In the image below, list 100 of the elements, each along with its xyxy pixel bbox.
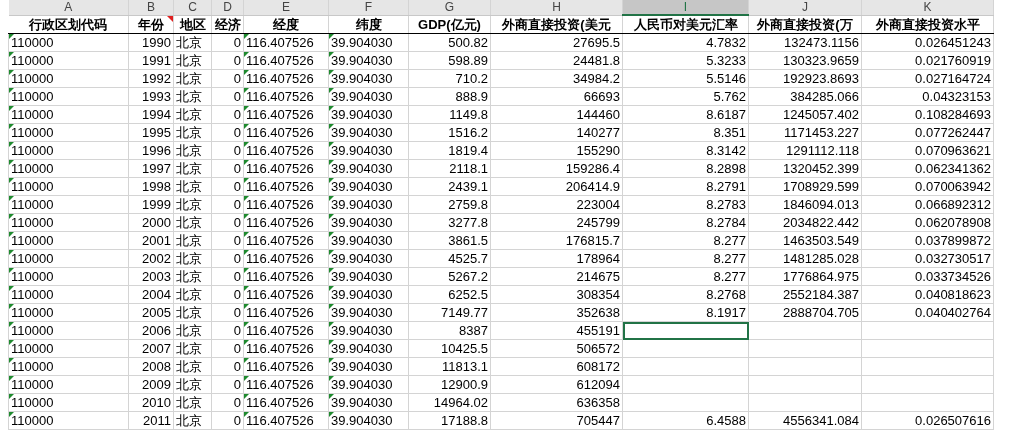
table-cell: 110000 bbox=[8, 177, 129, 196]
table-cell: 24481.8 bbox=[490, 51, 623, 70]
table-cell: 11813.1 bbox=[408, 357, 491, 376]
number-as-text-icon bbox=[9, 358, 14, 363]
table-cell: 北京 bbox=[173, 141, 212, 160]
number-as-text-icon bbox=[9, 160, 14, 165]
table-cell: 8.277 bbox=[622, 267, 749, 286]
table-cell: 5.762 bbox=[622, 87, 749, 106]
table-cell: 1990 bbox=[128, 33, 174, 52]
column-header[interactable]: C bbox=[173, 0, 212, 15]
table-cell: 0 bbox=[211, 69, 244, 88]
table-cell: 39.904030 bbox=[328, 411, 409, 430]
table-cell: 0.033734526 bbox=[861, 267, 994, 286]
number-as-text-icon bbox=[9, 286, 14, 291]
table-cell: 144460 bbox=[490, 105, 623, 124]
table-cell: 2118.1 bbox=[408, 159, 491, 178]
table-cell: 110000 bbox=[8, 33, 129, 52]
table-cell: 2001 bbox=[128, 231, 174, 250]
table-cell: 116.407526 bbox=[243, 303, 329, 322]
column-header[interactable]: B bbox=[128, 0, 174, 15]
table-cell: 2008 bbox=[128, 357, 174, 376]
header-cell: 纬度 bbox=[328, 15, 409, 34]
table-cell: 116.407526 bbox=[243, 357, 329, 376]
table-cell: 0 bbox=[211, 195, 244, 214]
table-cell: 39.904030 bbox=[328, 195, 409, 214]
table-cell: 1997 bbox=[128, 159, 174, 178]
table-cell: 北京 bbox=[173, 51, 212, 70]
table-cell: 116.407526 bbox=[243, 141, 329, 160]
table-cell: 北京 bbox=[173, 123, 212, 142]
number-as-text-icon bbox=[329, 34, 334, 39]
number-as-text-icon bbox=[9, 250, 14, 255]
table-cell: 0 bbox=[211, 159, 244, 178]
table-cell: 110000 bbox=[8, 87, 129, 106]
table-cell: 110000 bbox=[8, 69, 129, 88]
table-cell: 1291112.118 bbox=[748, 141, 862, 160]
table-cell: 北京 bbox=[173, 105, 212, 124]
header-cell: 经度 bbox=[243, 15, 329, 34]
table-cell: 0.027164724 bbox=[861, 69, 994, 88]
table-cell: 北京 bbox=[173, 411, 212, 430]
number-as-text-icon bbox=[9, 304, 14, 309]
table-cell: 110000 bbox=[8, 51, 129, 70]
number-as-text-icon bbox=[329, 376, 334, 381]
header-cell: 外商直接投资(万 bbox=[748, 15, 862, 34]
number-as-text-icon bbox=[244, 232, 249, 237]
table-cell: 2011 bbox=[128, 411, 174, 430]
table-cell: 39.904030 bbox=[328, 51, 409, 70]
table-cell: 39.904030 bbox=[328, 123, 409, 142]
table-cell: 1993 bbox=[128, 87, 174, 106]
table-cell: 0.062341362 bbox=[861, 159, 994, 178]
table-cell: 1149.8 bbox=[408, 105, 491, 124]
table-cell: 2010 bbox=[128, 393, 174, 412]
table-cell: 39.904030 bbox=[328, 267, 409, 286]
column-header[interactable]: K bbox=[861, 0, 994, 15]
table-cell: 116.407526 bbox=[243, 375, 329, 394]
number-as-text-icon bbox=[244, 394, 249, 399]
number-as-text-icon bbox=[244, 340, 249, 345]
table-cell: 0 bbox=[211, 303, 244, 322]
table-cell: 北京 bbox=[173, 87, 212, 106]
table-cell: 116.407526 bbox=[243, 411, 329, 430]
table-cell: 北京 bbox=[173, 69, 212, 88]
table-cell: 北京 bbox=[173, 213, 212, 232]
number-as-text-icon bbox=[9, 52, 14, 57]
comment-marker-icon bbox=[167, 15, 173, 22]
table-cell: 8.351 bbox=[622, 123, 749, 142]
table-cell: 39.904030 bbox=[328, 375, 409, 394]
number-as-text-icon bbox=[329, 358, 334, 363]
column-header[interactable]: H bbox=[490, 0, 623, 15]
table-cell: 8.6187 bbox=[622, 105, 749, 124]
table-cell: 110000 bbox=[8, 141, 129, 160]
table-cell: 612094 bbox=[490, 375, 623, 394]
header-cell: 外商直接投资(美元 bbox=[490, 15, 623, 34]
table-cell: 北京 bbox=[173, 231, 212, 250]
table-cell: 0 bbox=[211, 213, 244, 232]
table-cell: 110000 bbox=[8, 267, 129, 286]
number-as-text-icon bbox=[244, 70, 249, 75]
table-cell: 176815.7 bbox=[490, 231, 623, 250]
table-cell: 8.2898 bbox=[622, 159, 749, 178]
table-cell: 39.904030 bbox=[328, 303, 409, 322]
number-as-text-icon bbox=[244, 34, 249, 39]
table-cell: 116.407526 bbox=[243, 339, 329, 358]
column-header[interactable]: G bbox=[408, 0, 491, 15]
number-as-text-icon bbox=[9, 268, 14, 273]
table-cell: 39.904030 bbox=[328, 69, 409, 88]
table-cell: 1819.4 bbox=[408, 141, 491, 160]
table-cell: 223004 bbox=[490, 195, 623, 214]
column-header[interactable]: D bbox=[211, 0, 244, 15]
column-header[interactable]: F bbox=[328, 0, 409, 15]
header-cell: 经济 bbox=[211, 15, 244, 34]
table-cell: 39.904030 bbox=[328, 213, 409, 232]
column-header[interactable]: A bbox=[8, 0, 129, 15]
table-cell: 1463503.549 bbox=[748, 231, 862, 250]
table-cell: 1171453.227 bbox=[748, 123, 862, 142]
column-header[interactable]: E bbox=[243, 0, 329, 15]
table-cell: 39.904030 bbox=[328, 285, 409, 304]
table-cell: 506572 bbox=[490, 339, 623, 358]
table-cell: 1320452.399 bbox=[748, 159, 862, 178]
table-cell: 705447 bbox=[490, 411, 623, 430]
number-as-text-icon bbox=[244, 304, 249, 309]
column-header[interactable]: J bbox=[748, 0, 862, 15]
number-as-text-icon bbox=[244, 106, 249, 111]
